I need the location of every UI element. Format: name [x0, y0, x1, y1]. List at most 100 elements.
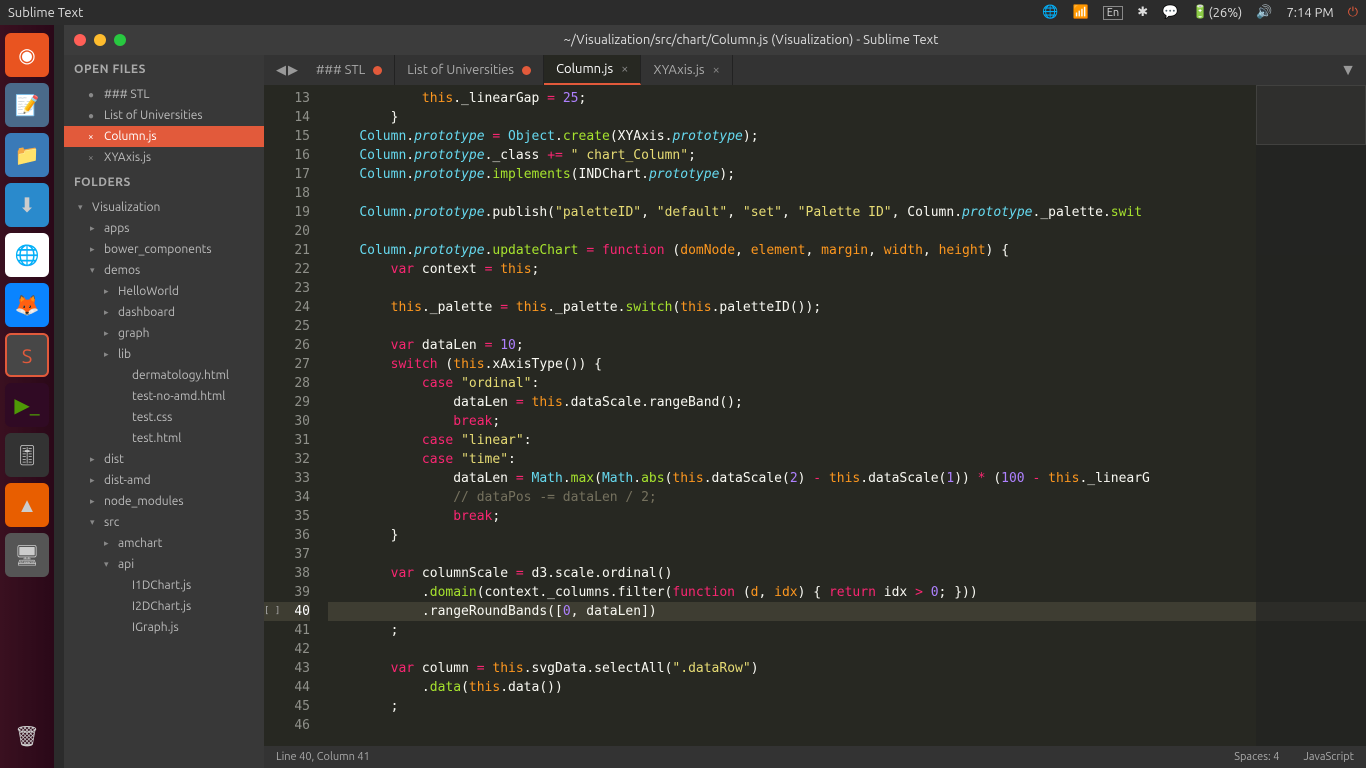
tree-label: test-no-amd.html	[132, 390, 225, 403]
wifi-icon[interactable]: 📶	[1073, 5, 1089, 20]
folder-item[interactable]: ▸bower_components	[64, 239, 264, 260]
folder-item[interactable]: ▸node_modules	[64, 491, 264, 512]
chevron-right-icon: ▸	[90, 244, 98, 255]
folder-item[interactable]: ▸ HelloWorld	[64, 281, 264, 302]
folder-item[interactable]: ▾ src	[64, 512, 264, 533]
tab-label: ### STL	[316, 63, 365, 77]
open-file-item[interactable]: ×XYAxis.js	[64, 147, 264, 168]
launcher-firefox[interactable]: 🦊	[5, 283, 49, 327]
tree-label: src	[104, 516, 119, 529]
status-language[interactable]: JavaScript	[1303, 751, 1354, 763]
launcher-terminal[interactable]: ▶_	[5, 383, 49, 427]
launcher-display[interactable]: 🖥	[5, 533, 49, 577]
status-spaces[interactable]: Spaces: 4	[1234, 751, 1279, 763]
launcher-ubuntu[interactable]: ◉	[5, 33, 49, 77]
file-item[interactable]: test.css	[64, 407, 264, 428]
chevron-right-icon: ▸	[104, 328, 112, 339]
chevron-down-icon: ▾	[90, 265, 98, 276]
file-item[interactable]: dermatology.html	[64, 365, 264, 386]
launcher-files[interactable]: 📁	[5, 133, 49, 177]
folder-item[interactable]: ▸dist	[64, 449, 264, 470]
folder-item[interactable]: ▸amchart	[64, 533, 264, 554]
tab-row: ◀ ▶ ### STLList of UniversitiesColumn.js…	[264, 55, 1366, 85]
lang-indicator[interactable]: En	[1103, 6, 1123, 20]
maximize-window-icon[interactable]	[114, 34, 126, 46]
tab-nav-forward-icon[interactable]: ▶	[288, 63, 298, 78]
chevron-right-icon: ▸	[104, 307, 112, 318]
ubuntu-launcher: ◉ 📝 📁 ⬇ 🌐 🦊 S ▶_ 🎚 ▲ 🖥 🗑	[0, 25, 54, 768]
minimap[interactable]	[1256, 85, 1366, 746]
file-item[interactable]: test-no-amd.html	[64, 386, 264, 407]
window-titlebar[interactable]: ~/Visualization/src/chart/Column.js (Vis…	[64, 25, 1366, 55]
bluetooth-icon[interactable]: ✱	[1137, 5, 1148, 20]
open-files-header: OPEN FILES	[64, 55, 264, 84]
folder-item[interactable]: ▸ dashboard	[64, 302, 264, 323]
close-window-icon[interactable]	[74, 34, 86, 46]
tab-nav-back-icon[interactable]: ◀	[276, 63, 286, 78]
chrome-indicator-icon[interactable]: 🌐	[1042, 5, 1058, 20]
dirty-dot-icon[interactable]: ●	[88, 89, 98, 101]
clock[interactable]: 7:14 PM	[1286, 6, 1333, 20]
tab[interactable]: List of Universities	[395, 55, 544, 85]
desktop-topbar: Sublime Text 🌐 📶 En ✱ 💬 🔋(26%) 🔊 7:14 PM…	[0, 0, 1366, 25]
folder-item[interactable]: ▸graph	[64, 323, 264, 344]
file-item[interactable]: I1DChart.js	[64, 575, 264, 596]
gutter[interactable]: 1314151617181920212223242526272829303132…	[264, 85, 322, 746]
chevron-right-icon: ▸	[104, 286, 112, 297]
folder-item[interactable]: ▾demos	[64, 260, 264, 281]
chevron-right-icon: ▸	[90, 454, 98, 465]
dirty-dot-icon[interactable]: ●	[88, 110, 98, 122]
launcher-downloads[interactable]: ⬇	[5, 183, 49, 227]
launcher-trash[interactable]: 🗑	[5, 714, 49, 758]
chevron-down-icon: ▾	[104, 559, 112, 570]
folder-item[interactable]: ▸lib	[64, 344, 264, 365]
tree-label: api	[118, 558, 134, 571]
status-position[interactable]: Line 40, Column 41	[276, 751, 370, 763]
launcher-settings[interactable]: 🎚	[5, 433, 49, 477]
code-editor[interactable]: this._linearGap = 25; } Column.prototype…	[322, 85, 1366, 746]
minimap-viewport[interactable]	[1256, 85, 1366, 145]
tab[interactable]: Column.js ×	[544, 55, 641, 85]
launcher-vlc[interactable]: ▲	[5, 483, 49, 527]
file-item[interactable]: test.html	[64, 428, 264, 449]
tab[interactable]: XYAxis.js×	[641, 55, 732, 85]
folder-item[interactable]: ▸ dist-amd	[64, 470, 264, 491]
tab[interactable]: ### STL	[304, 55, 395, 85]
folder-item[interactable]: ▸apps	[64, 218, 264, 239]
tree-label: apps	[104, 222, 129, 235]
open-file-item[interactable]: ● List of Universities	[64, 105, 264, 126]
power-icon[interactable]: ⏻	[1348, 5, 1358, 20]
chevron-right-icon: ▸	[90, 475, 98, 486]
app-name: Sublime Text	[8, 6, 83, 20]
launcher-notepad[interactable]: 📝	[5, 83, 49, 127]
tab-label: Column.js	[556, 62, 613, 76]
open-file-item[interactable]: ×Column.js	[64, 126, 264, 147]
open-file-label: ### STL	[104, 88, 149, 101]
file-item[interactable]: I2DChart.js	[64, 596, 264, 617]
tree-label: dashboard	[118, 306, 175, 319]
tree-label: dist-amd	[104, 474, 151, 487]
chevron-down-icon: ▾	[90, 517, 98, 528]
close-icon[interactable]: ×	[88, 131, 98, 142]
folder-item[interactable]: ▾ api	[64, 554, 264, 575]
close-icon[interactable]: ×	[713, 63, 720, 77]
tree-label: HelloWorld	[118, 285, 179, 298]
launcher-chrome[interactable]: 🌐	[5, 233, 49, 277]
chat-icon[interactable]: 💬	[1162, 5, 1178, 20]
chevron-right-icon: ▸	[104, 538, 112, 549]
editor-area: ◀ ▶ ### STLList of UniversitiesColumn.js…	[264, 55, 1366, 768]
folder-item[interactable]: ▾Visualization	[64, 197, 264, 218]
close-icon[interactable]: ×	[621, 62, 628, 76]
chevron-down-icon: ▾	[78, 202, 86, 213]
tab-menu-icon[interactable]: ▼	[1330, 61, 1366, 80]
close-icon[interactable]: ×	[88, 152, 98, 163]
open-file-item[interactable]: ● ### STL	[64, 84, 264, 105]
sublime-window: ~/Visualization/src/chart/Column.js (Vis…	[64, 25, 1366, 768]
tree-label: lib	[118, 348, 131, 361]
open-file-label: List of Universities	[104, 109, 203, 122]
minimize-window-icon[interactable]	[94, 34, 106, 46]
file-item[interactable]: IGraph.js	[64, 617, 264, 638]
battery-icon[interactable]: 🔋(26%)	[1192, 5, 1242, 20]
volume-icon[interactable]: 🔊	[1256, 5, 1272, 20]
launcher-sublime[interactable]: S	[5, 333, 49, 377]
